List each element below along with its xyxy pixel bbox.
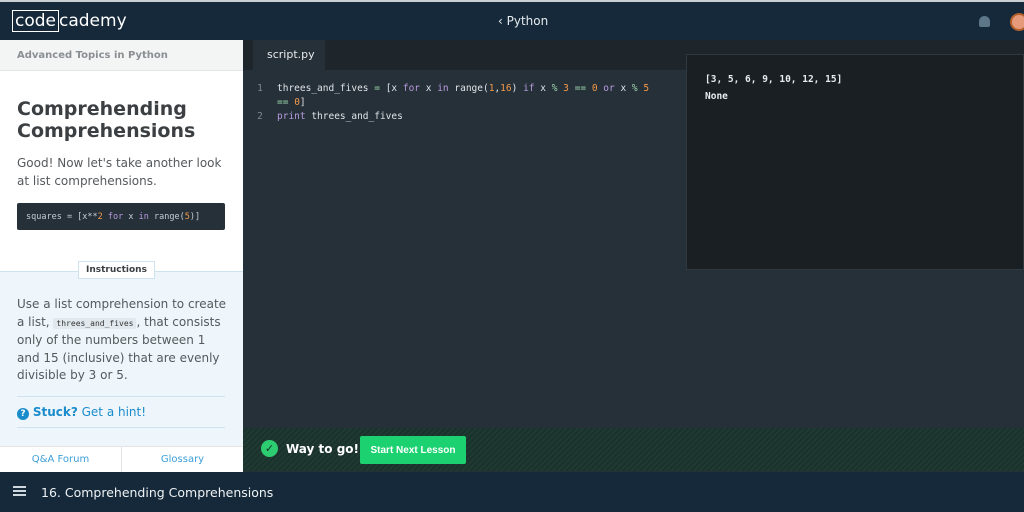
bottom-bar: 16. Comprehending Comprehensions [0, 472, 1024, 512]
start-next-lesson-button[interactable]: Start Next Lesson [360, 436, 466, 464]
glossary-link[interactable]: Glossary [121, 447, 243, 472]
codecademy-logo[interactable]: code cademy [12, 10, 127, 32]
instructions-text: Use a list comprehension to create a lis… [17, 297, 227, 382]
avatar[interactable] [1010, 13, 1024, 31]
divider [17, 427, 225, 428]
check-circle-icon: ✓ [261, 440, 278, 457]
success-banner: ✓ Way to go! Start Next Lesson [243, 428, 1024, 471]
lesson-intro: Good! Now let's take another look at lis… [17, 156, 222, 188]
help-icon: ? [17, 408, 29, 420]
course-link[interactable]: ‹ Python [498, 14, 548, 28]
panel-footer: Q&A Forum Glossary [0, 446, 243, 472]
tab-script-py[interactable]: script.py [253, 40, 325, 70]
lesson-panel: Advanced Topics in Python Comprehending … [0, 40, 243, 472]
page-title: Comprehending Comprehensions [17, 98, 196, 142]
hint-link[interactable]: ? Stuck? Get a hint! [17, 405, 146, 420]
top-nav: code cademy ‹ Python [0, 0, 1024, 40]
output-console: [3, 5, 6, 9, 10, 12, 15] None [686, 54, 1024, 270]
code-snippet: squares = [x**2 for x in range(5)] [17, 203, 225, 230]
bell-icon[interactable] [979, 16, 990, 27]
chevron-left-icon: ‹ [498, 14, 507, 28]
hamburger-menu-icon[interactable] [13, 486, 26, 496]
qa-forum-link[interactable]: Q&A Forum [0, 447, 121, 472]
success-message: Way to go! [286, 442, 360, 456]
code-editor[interactable]: 1 threes_and_fives = [x for x in range(1,… [243, 82, 649, 124]
divider [17, 396, 225, 397]
breadcrumb: Advanced Topics in Python [0, 40, 243, 71]
lesson-title[interactable]: 16. Comprehending Comprehensions [41, 485, 273, 500]
instructions-tab: Instructions [78, 261, 155, 279]
